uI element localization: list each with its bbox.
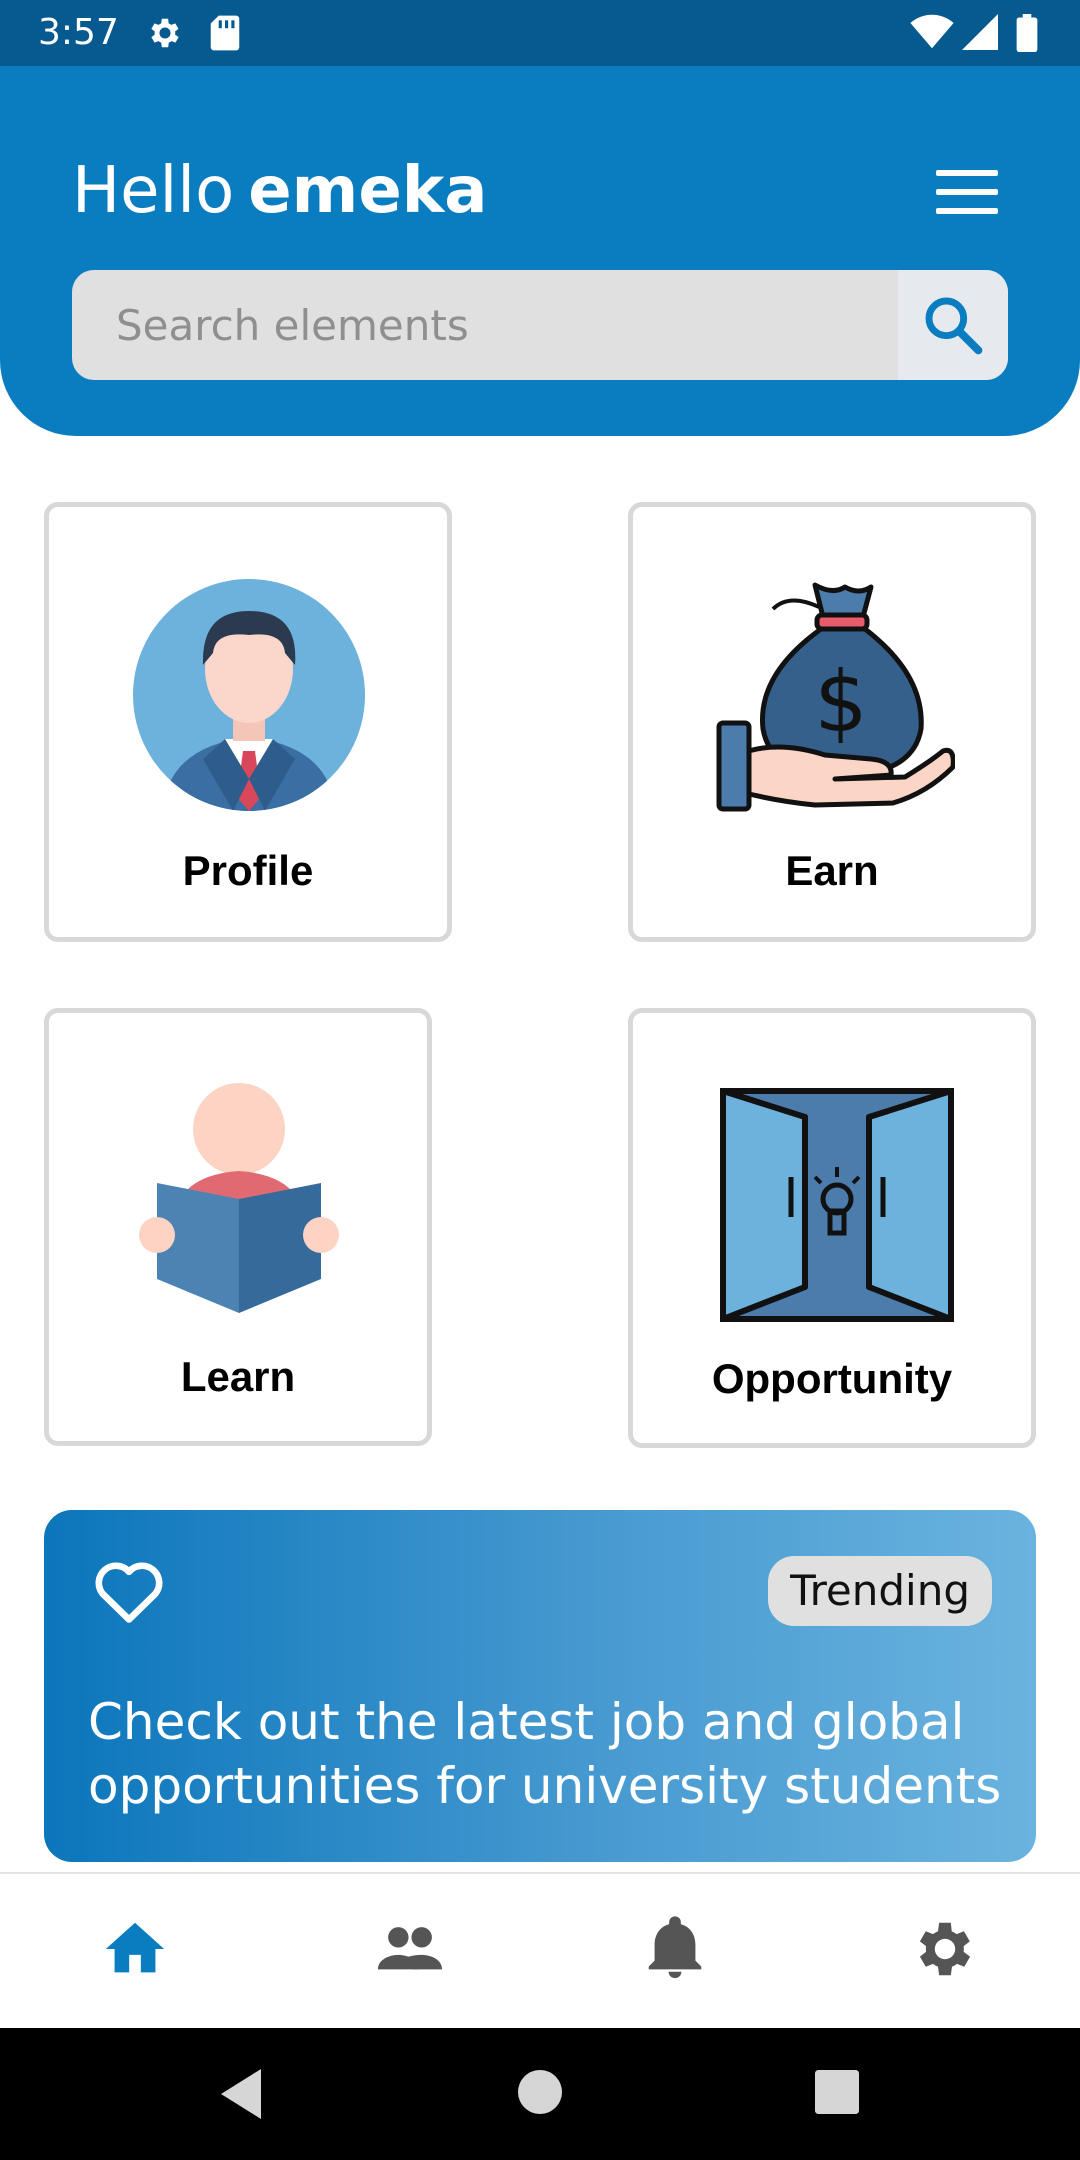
home-icon xyxy=(105,1922,165,1973)
signal-icon xyxy=(962,14,998,50)
card-label-opportunity: Opportunity xyxy=(711,1355,953,1402)
settings-gear-icon xyxy=(151,18,179,48)
greeting: Hello emeka xyxy=(72,154,487,228)
app-screen: 3:57 Hello emeka Search elements Profile… xyxy=(0,0,1080,2160)
nav-home[interactable] xyxy=(0,1874,270,2030)
card-label-earn: Earn xyxy=(785,847,879,894)
search-bar xyxy=(72,270,1008,380)
battery-icon xyxy=(1016,14,1038,52)
gear-icon xyxy=(919,1922,971,1976)
status-bar: 3:57 xyxy=(0,0,1080,66)
wifi-icon xyxy=(910,14,954,49)
nav-people[interactable] xyxy=(270,1874,540,2030)
search-input[interactable] xyxy=(72,270,902,380)
user-name: emeka xyxy=(248,154,488,228)
opportunity-card[interactable]: Opportunity xyxy=(628,1008,1036,1448)
system-nav-bar xyxy=(0,2028,1080,2160)
hamburger-menu-icon[interactable] xyxy=(932,162,1002,222)
back-icon[interactable] xyxy=(216,2064,266,2124)
recents-icon[interactable] xyxy=(815,2070,859,2114)
trending-text: Check out the latest job and global oppo… xyxy=(88,1693,1002,1815)
search-icon xyxy=(925,297,983,355)
bell-icon xyxy=(648,1916,702,1979)
sd-card-icon xyxy=(210,15,240,51)
profile-card[interactable]: Profile xyxy=(44,502,452,942)
trending-badge: Trending xyxy=(768,1556,992,1626)
trending-banner[interactable]: Trending Check out the latest job and gl… xyxy=(44,1510,1036,1862)
card-label-profile: Profile xyxy=(182,847,314,894)
person-reading-book-icon xyxy=(139,1083,339,1313)
earn-card[interactable]: $ Earn xyxy=(628,502,1036,942)
heart-outline-icon[interactable] xyxy=(92,1558,166,1624)
search-button[interactable] xyxy=(898,270,1008,380)
learn-card[interactable]: Learn xyxy=(44,1008,432,1446)
nav-settings[interactable] xyxy=(810,1874,1080,2030)
open-door-lightbulb-icon xyxy=(720,1088,954,1322)
money-bag-in-hand-icon: $ xyxy=(716,582,955,812)
svg-text:$: $ xyxy=(814,653,867,751)
header: Hello emeka xyxy=(0,66,1080,436)
status-time: 3:57 xyxy=(38,12,119,53)
greeting-prefix: Hello xyxy=(72,154,235,228)
people-icon xyxy=(377,1927,443,1970)
home-circle-icon[interactable] xyxy=(518,2070,562,2114)
bottom-nav xyxy=(0,1872,1080,2030)
businessman-avatar-icon xyxy=(133,579,365,811)
nav-notifications[interactable] xyxy=(540,1874,810,2030)
card-label-learn: Learn xyxy=(180,1353,296,1400)
